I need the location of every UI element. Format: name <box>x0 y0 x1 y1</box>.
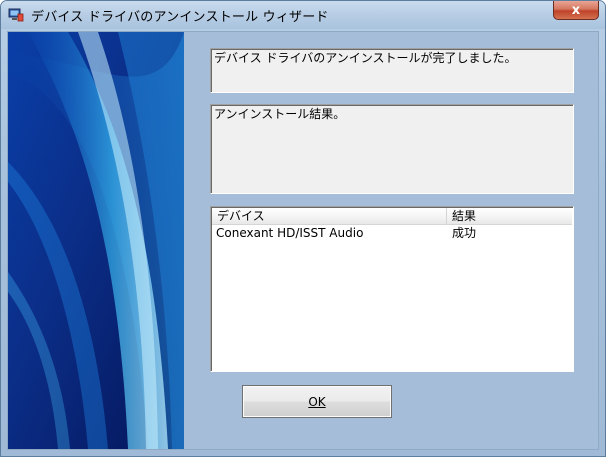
completion-text: デバイス ドライバのアンインストールが完了しました。 <box>214 51 517 65</box>
result-label: アンインストール結果。 <box>214 107 346 121</box>
result-cell: 成功 <box>452 226 477 240</box>
device-manager-icon <box>8 8 24 22</box>
table-row[interactable]: Conexant HD/ISST Audio 成功 <box>212 225 572 241</box>
wizard-window: デバイス ドライバのアンインストール ウィザード x デバイス ドライバのアンイ… <box>0 0 606 457</box>
results-list[interactable]: デバイス 結果 Conexant HD/ISST Audio 成功 <box>210 206 574 372</box>
title-bar[interactable]: デバイス ドライバのアンインストール ウィザード x <box>1 1 605 29</box>
windows-aurora-graphic <box>8 32 184 449</box>
completion-message: デバイス ドライバのアンインストールが完了しました。 <box>210 48 574 93</box>
wizard-client-area: デバイス ドライバのアンインストールが完了しました。 アンインストール結果。 デ… <box>7 31 599 450</box>
window-title: デバイス ドライバのアンインストール ウィザード <box>31 10 329 25</box>
device-name-cell: Conexant HD/ISST Audio <box>216 226 364 240</box>
ok-button-label: OK <box>308 394 326 409</box>
result-summary: アンインストール結果。 <box>210 104 574 194</box>
list-header: デバイス 結果 <box>212 208 572 225</box>
column-header-result[interactable]: 結果 <box>447 208 573 224</box>
wizard-side-banner <box>8 32 184 449</box>
close-button[interactable]: x <box>553 1 599 20</box>
close-icon: x <box>571 2 581 18</box>
column-header-device[interactable]: デバイス <box>212 208 447 224</box>
ok-button[interactable]: OK <box>242 385 392 418</box>
